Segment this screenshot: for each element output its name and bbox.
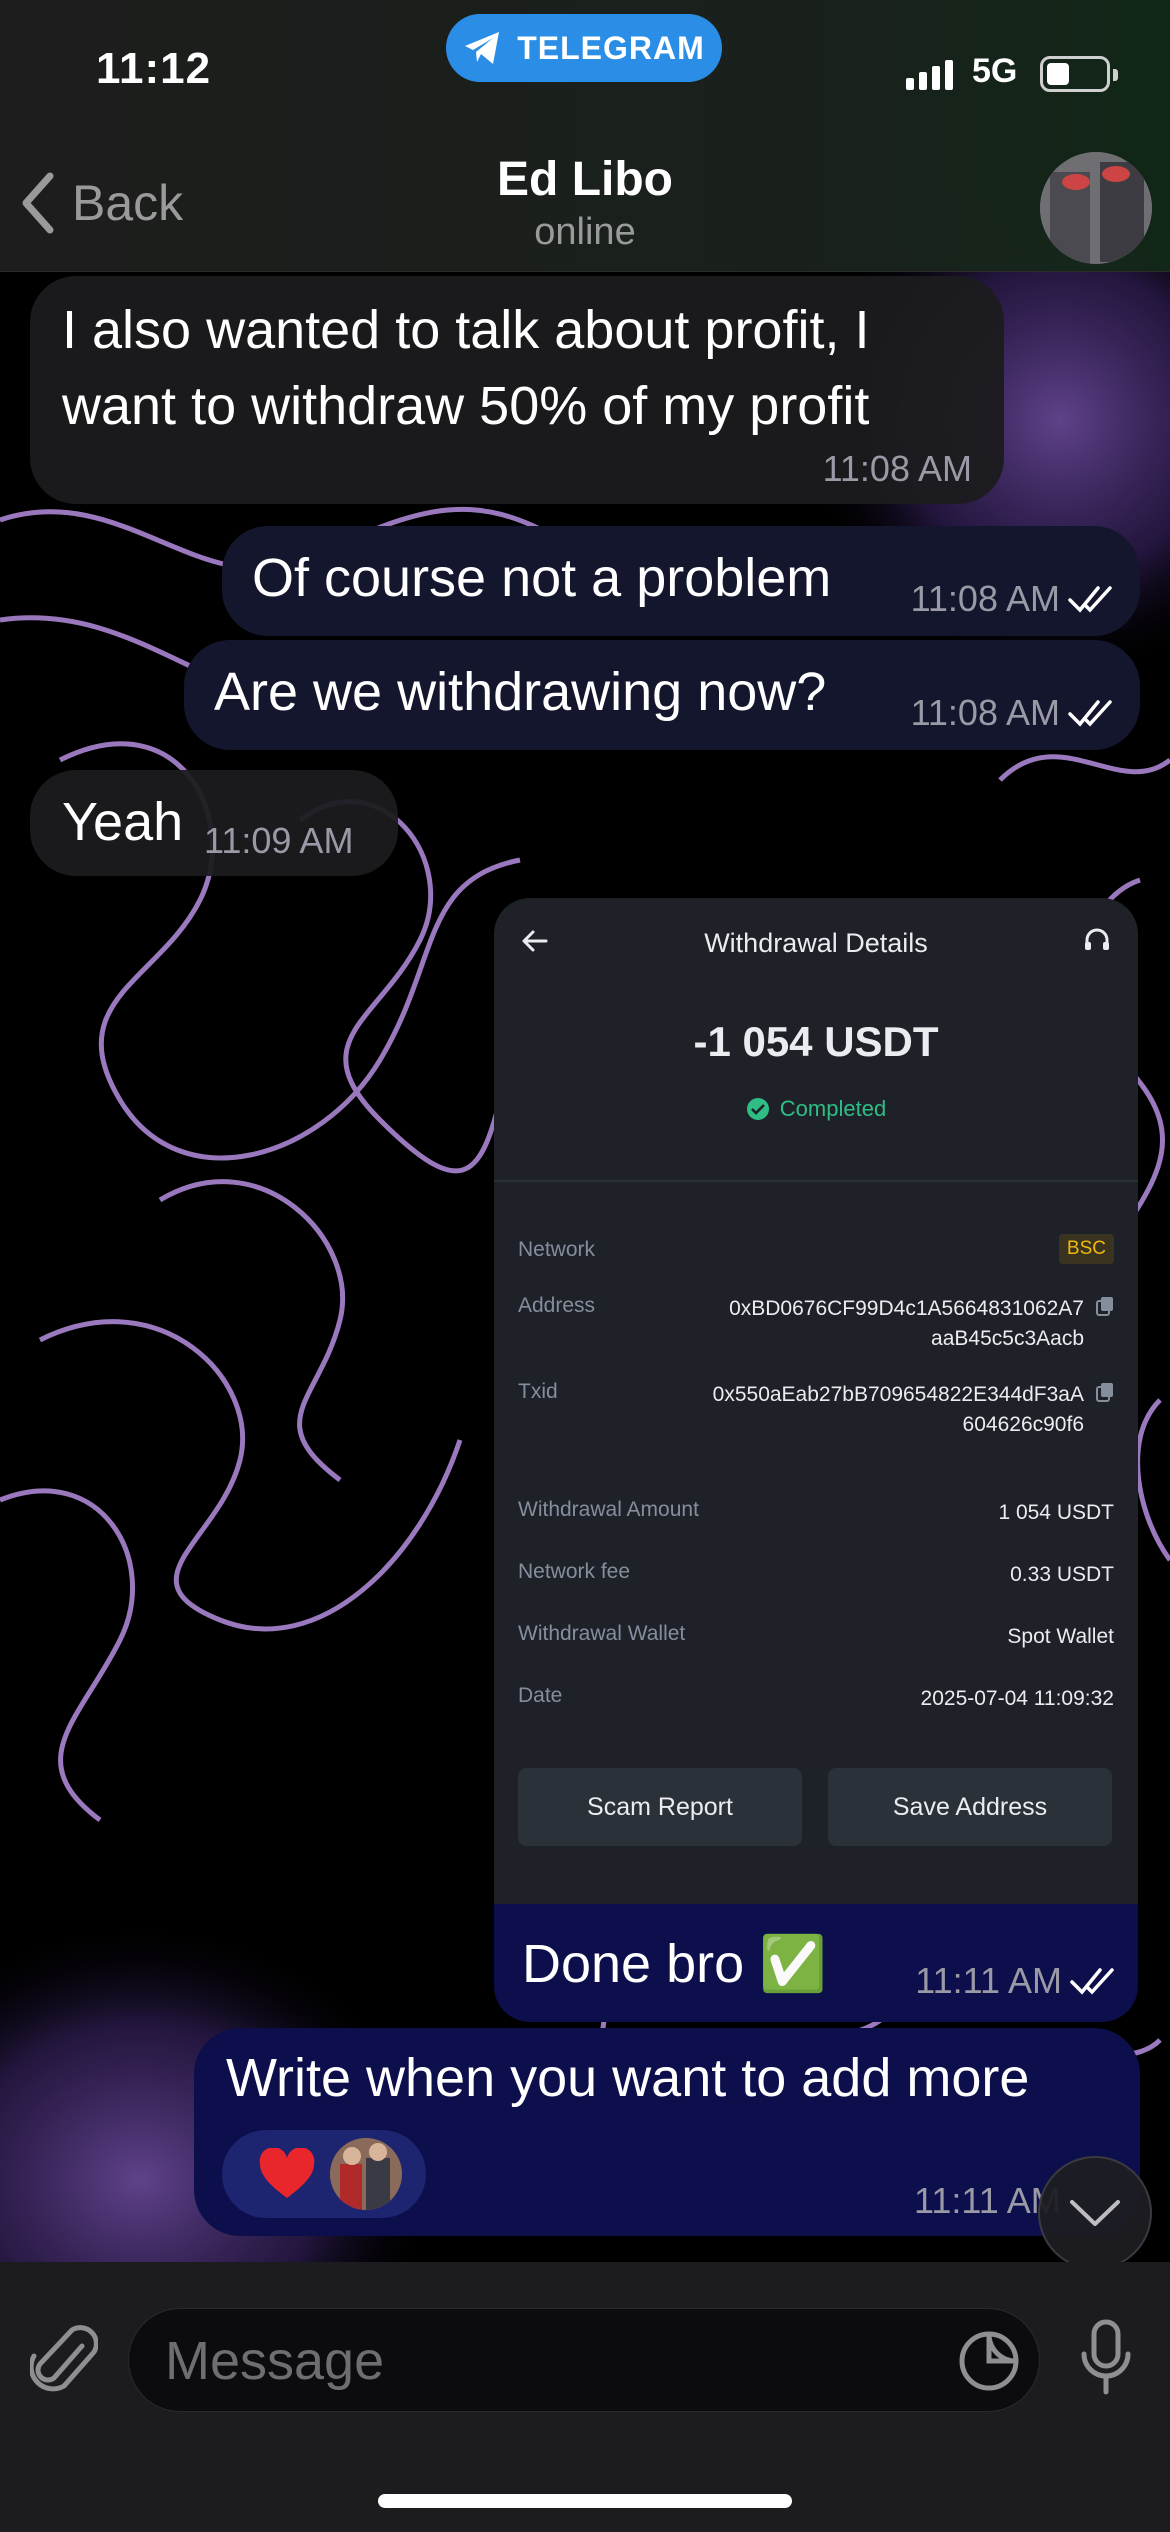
contact-status: online xyxy=(534,211,636,253)
sticker-button[interactable] xyxy=(958,2330,1020,2397)
detail-value: Spot Wallet xyxy=(1007,1625,1114,1648)
message-bubble-incoming[interactable]: I also wanted to talk about profit, I wa… xyxy=(30,276,1004,504)
copy-icon[interactable] xyxy=(1096,1382,1114,1402)
address-line: aaB45c5c3Aacb xyxy=(931,1327,1084,1350)
withdrawal-amount: -1 054 USDT xyxy=(693,1018,939,1065)
scam-report-button[interactable]: Scam Report xyxy=(518,1768,802,1846)
txid-value: 0x550aEab27bB709654822E344dF3aA 604626c9… xyxy=(713,1380,1084,1440)
telegram-icon xyxy=(465,32,500,64)
detail-value: 2025-07-04 11:09:32 xyxy=(920,1687,1114,1710)
message-meta: 11:11 AM xyxy=(915,1960,1118,2002)
save-address-button[interactable]: Save Address xyxy=(828,1768,1112,1846)
address-line: 0xBD0676CF99D4c1A5664831062A7 xyxy=(729,1297,1084,1320)
paperclip-icon xyxy=(28,2325,99,2392)
txid-line: 0x550aEab27bB709654822E344dF3aA xyxy=(712,1383,1084,1406)
check-circle-icon xyxy=(746,1098,769,1120)
detail-label: Address xyxy=(518,1294,596,1317)
scroll-to-bottom-button[interactable] xyxy=(1038,2156,1152,2270)
double-check-icon xyxy=(1068,700,1112,727)
message-caption: Done bro ✅ xyxy=(522,1934,827,1994)
address-value: 0xBD0676CF99D4c1A5664831062A7 aaB45c5c3A… xyxy=(729,1294,1084,1354)
message-time: 11:09 AM xyxy=(204,820,354,861)
double-check-icon xyxy=(1068,586,1112,613)
chevron-down-icon xyxy=(1070,2200,1120,2226)
battery-icon xyxy=(1040,56,1118,92)
message-reactions[interactable] xyxy=(222,2130,426,2218)
divider xyxy=(494,1180,1138,1182)
network-type: 5G xyxy=(972,52,1018,90)
detail-label: Withdrawal Amount xyxy=(518,1498,699,1521)
telegram-return-pill[interactable]: TELEGRAM xyxy=(446,14,722,82)
message-text: Of course not a problem xyxy=(252,548,832,608)
detail-row-txid: Txid 0x550aEab27bB709654822E344dF3aA 604… xyxy=(518,1380,1114,1450)
microphone-icon xyxy=(1081,2319,1131,2395)
telegram-pill-label: TELEGRAM xyxy=(517,29,705,66)
detail-row-address: Address 0xBD0676CF99D4c1A5664831062A7 aa… xyxy=(518,1294,1114,1364)
message-time: 11:08 AM xyxy=(822,448,972,489)
message-input-field[interactable] xyxy=(128,2308,1040,2412)
status-bar: 11:12 TELEGRAM 5G xyxy=(0,0,1170,140)
detail-label: Network fee xyxy=(518,1560,631,1583)
message-meta: 11:08 AM xyxy=(911,578,1116,620)
message-bubble-outgoing[interactable]: Of course not a problem 11:08 AM xyxy=(222,526,1140,636)
message-text: Yeah xyxy=(62,792,184,852)
message-text: Are we withdrawing now? xyxy=(214,662,827,722)
status-time: 11:12 xyxy=(96,44,212,93)
withdrawal-status: Completed xyxy=(494,1096,1138,1122)
message-time: 11:08 AM xyxy=(910,692,1060,733)
headset-icon xyxy=(1085,928,1109,950)
home-indicator[interactable] xyxy=(378,2494,792,2508)
cellular-signal-icon xyxy=(906,58,953,90)
attach-button[interactable] xyxy=(28,2320,99,2405)
copy-icon[interactable] xyxy=(1096,1296,1114,1316)
detail-label: Txid xyxy=(518,1380,558,1403)
network-badge: BSC xyxy=(1058,1234,1114,1264)
chat-title[interactable]: Ed Libo online xyxy=(0,152,1170,254)
message-text-line: want to withdraw 50% of my profit xyxy=(62,376,870,436)
detail-label: Network xyxy=(518,1238,596,1261)
message-input[interactable] xyxy=(165,2329,965,2393)
txid-line: 604626c90f6 xyxy=(962,1413,1084,1436)
voice-message-button[interactable] xyxy=(1078,2318,1134,2403)
message-bubble-outgoing[interactable]: Are we withdrawing now? 11:08 AM xyxy=(184,640,1140,750)
message-bubble-outgoing-caption[interactable]: Done bro ✅ 11:11 AM xyxy=(494,1904,1138,2022)
detail-label: Date xyxy=(518,1684,563,1707)
message-text: Write when you want to add more xyxy=(226,2048,1030,2108)
message-meta: 11:08 AM xyxy=(911,692,1116,734)
message-bubble-incoming[interactable]: Yeah 11:09 AM xyxy=(30,770,398,876)
double-check-icon xyxy=(1070,1968,1114,1995)
contact-avatar[interactable] xyxy=(1040,152,1152,264)
contact-name: Ed Libo xyxy=(497,153,673,206)
message-time: 11:08 AM xyxy=(910,578,1060,619)
status-label: Completed xyxy=(779,1096,887,1121)
reactor-avatar xyxy=(330,2138,402,2210)
detail-value: 1 054 USDT xyxy=(998,1501,1114,1524)
message-time: 11:11 AM xyxy=(915,1960,1062,2001)
detail-label: Withdrawal Wallet xyxy=(518,1622,686,1645)
withdrawal-details-image[interactable]: Withdrawal Details -1 054 USDT Completed… xyxy=(494,898,1138,1904)
heart-icon xyxy=(259,2148,315,2198)
avatar-photo xyxy=(1040,152,1152,264)
withdrawal-title: Withdrawal Details xyxy=(704,928,928,958)
message-text-line: I also wanted to talk about profit, I xyxy=(62,300,870,360)
sticker-icon xyxy=(959,2331,1019,2391)
detail-value: 0.33 USDT xyxy=(1010,1563,1114,1586)
